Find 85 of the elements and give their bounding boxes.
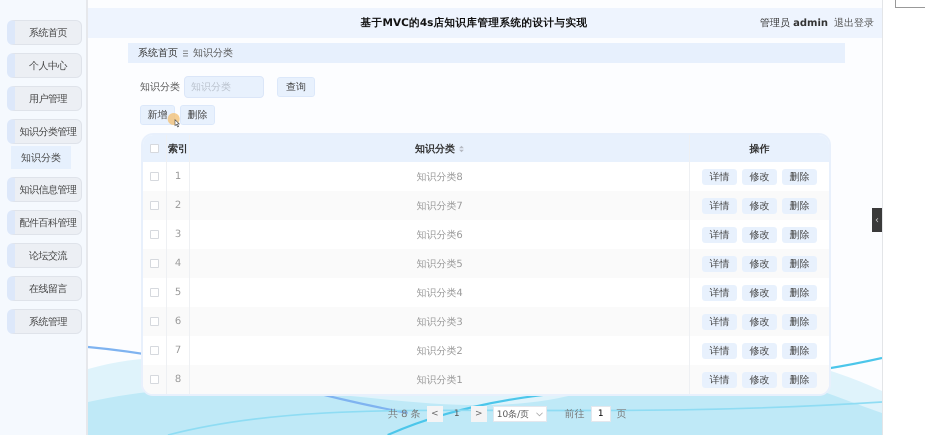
column-header: 索引: [168, 142, 188, 156]
sidebar-item[interactable]: 知识信息管理: [7, 177, 82, 202]
row-action-button[interactable]: 删除: [782, 372, 817, 388]
checkbox[interactable]: [150, 230, 159, 239]
checkbox[interactable]: [150, 144, 159, 153]
table-cell: 5: [174, 287, 182, 298]
page-size-select[interactable]: 10条/页: [492, 406, 547, 422]
table-cell-text: 知识分类6: [416, 228, 463, 242]
breadcrumb-item[interactable]: 知识分类: [193, 46, 233, 60]
checkbox[interactable]: [150, 201, 159, 210]
sidebar-item[interactable]: 论坛交流: [7, 243, 82, 268]
row-action-button[interactable]: 详情: [702, 284, 737, 300]
table-cell-text: 知识分类1: [416, 374, 463, 386]
row-action-button[interactable]: 删除: [782, 284, 817, 300]
breadcrumb-item[interactable]: 系统首页: [138, 46, 178, 60]
row-action-button[interactable]: 删除: [782, 168, 817, 184]
checkbox[interactable]: [150, 288, 159, 297]
goto-page-field[interactable]: 1: [590, 406, 611, 422]
row-action-button[interactable]: 删除: [782, 226, 817, 242]
sort-icon[interactable]: [459, 144, 464, 152]
app-title: 基于MVC的4s店知识库管理系统的设计与实现: [360, 16, 588, 30]
row-action-button[interactable]: 删除: [782, 314, 817, 330]
checkbox[interactable]: [150, 317, 159, 326]
action-button[interactable]: 新增: [140, 105, 175, 125]
prev-page-button[interactable]: <: [426, 406, 443, 422]
sidebar-item[interactable]: 配件百科管理: [7, 210, 82, 235]
user-label: 管理员 admin: [760, 17, 828, 30]
table-cell-text: 知识分类8: [416, 170, 463, 184]
table-cell: 2: [174, 200, 182, 211]
row-action-button[interactable]: 修改: [742, 198, 777, 214]
row-action-button[interactable]: 详情: [702, 226, 737, 242]
search-label: 知识分类: [140, 80, 180, 94]
cursor-icon: [167, 113, 183, 129]
table-cell-text: 知识分类5: [416, 258, 463, 270]
row-action-button[interactable]: 删除: [782, 256, 817, 272]
row-action-button[interactable]: 修改: [742, 168, 777, 184]
sidebar-item[interactable]: 用户管理: [7, 86, 82, 111]
sidebar-item[interactable]: 系统首页: [7, 20, 82, 45]
table-cell: 8: [174, 374, 182, 385]
page-suffix: 页: [616, 408, 627, 421]
next-page-button[interactable]: >: [470, 406, 487, 422]
checkbox[interactable]: [150, 346, 159, 355]
row-action-button[interactable]: 修改: [742, 372, 777, 388]
table-cell-text: 知识分类3: [416, 316, 463, 328]
table-cell-text: 知识分类4: [416, 286, 463, 300]
action-button[interactable]: 删除: [180, 105, 215, 125]
logout-link[interactable]: 退出登录: [834, 16, 874, 30]
goto-label: 前往: [564, 408, 585, 421]
row-action-button[interactable]: 详情: [702, 198, 737, 214]
table-cell-text: 知识分类7: [416, 200, 463, 212]
column-header: 操作: [750, 142, 770, 156]
caret-icon: [536, 412, 543, 416]
page-number[interactable]: 1: [448, 406, 465, 422]
table-cell-text: 知识分类2: [416, 344, 463, 358]
total-count: 共 8 条: [388, 408, 421, 421]
checkbox[interactable]: [150, 259, 159, 268]
sidebar-item[interactable]: 知识分类管理: [7, 119, 82, 144]
sidebar-item[interactable]: 在线留言: [7, 276, 82, 301]
sidebar-item[interactable]: 系统管理: [7, 309, 82, 334]
table-cell: 7: [174, 345, 182, 356]
sidebar-item[interactable]: 个人中心: [7, 53, 82, 78]
corner-box: [895, 0, 925, 8]
checkbox[interactable]: [150, 172, 159, 181]
row-action-button[interactable]: 修改: [742, 342, 777, 358]
row-action-button[interactable]: 详情: [702, 168, 737, 184]
table-cell: 4: [174, 258, 182, 269]
row-action-button[interactable]: 修改: [742, 284, 777, 300]
sidebar-subitem[interactable]: 知识分类: [11, 146, 71, 169]
row-action-button[interactable]: 详情: [702, 256, 737, 272]
row-action-button[interactable]: 详情: [702, 314, 737, 330]
row-action-button[interactable]: 修改: [742, 256, 777, 272]
table-cell: 3: [174, 229, 182, 240]
checkbox[interactable]: [150, 375, 159, 384]
row-action-button[interactable]: 删除: [782, 342, 817, 358]
column-header: 知识分类: [415, 142, 455, 156]
row-action-button[interactable]: 详情: [702, 372, 737, 388]
row-action-button[interactable]: 修改: [742, 226, 777, 242]
row-action-button[interactable]: 详情: [702, 342, 737, 358]
query-button[interactable]: 查询: [277, 77, 315, 97]
table-cell: 1: [174, 171, 182, 182]
table-cell: 6: [174, 316, 182, 327]
collapse-handle[interactable]: ‹: [872, 208, 882, 232]
row-action-button[interactable]: 修改: [742, 314, 777, 330]
row-action-button[interactable]: 删除: [782, 198, 817, 214]
separator-icon: [183, 50, 188, 56]
